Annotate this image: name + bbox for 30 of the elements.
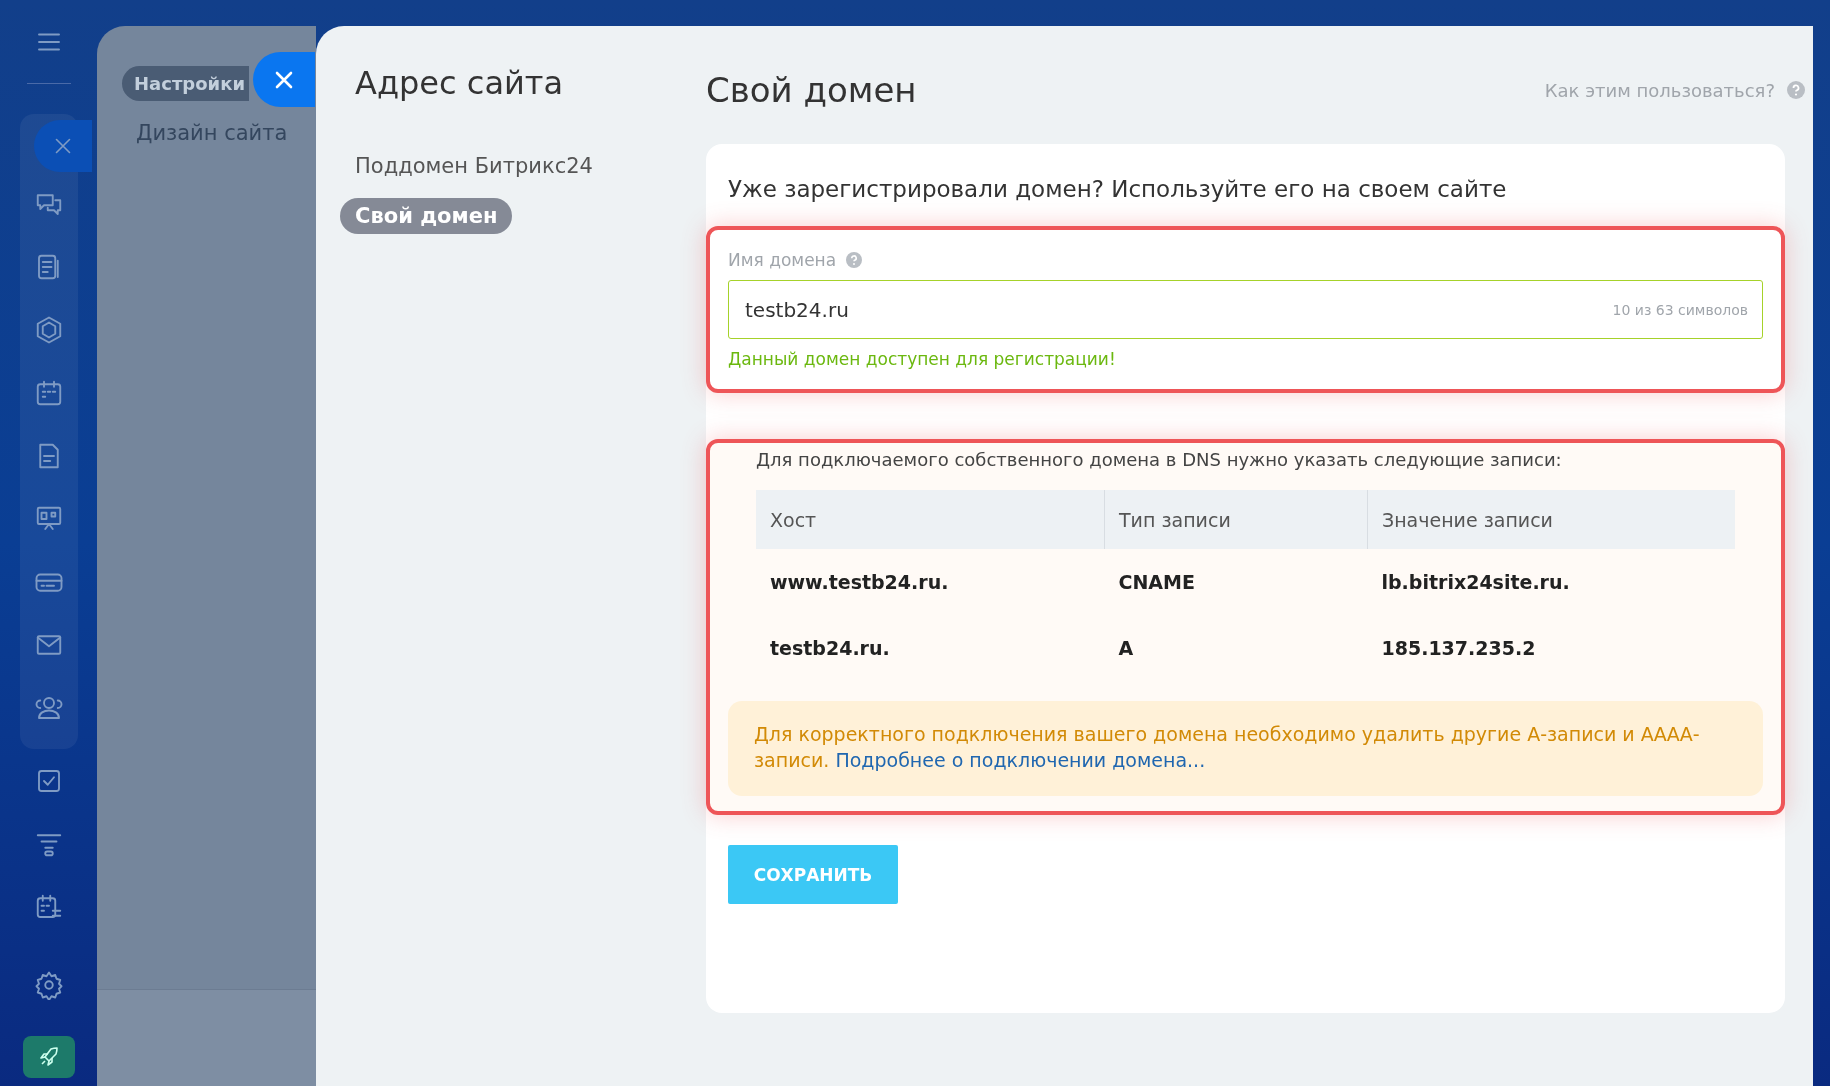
column-header: Значение записи [1367,490,1735,549]
table-cell-text: testb24.ru. [769,636,891,661]
table-cell: CNAME [1104,549,1368,615]
details-link[interactable]: Подробнее о подключении домена... [835,749,1206,771]
column-header: Тип записи [1104,490,1368,549]
page-title: Свой домен [706,70,917,110]
settings-tag[interactable]: Настройки [122,66,249,101]
menu-item[interactable]: Дизайн сайта [136,121,316,145]
sidebar-item[interactable]: Свой домен [340,198,513,234]
table-cell: www.testb24.ru. [756,549,1105,615]
close-tab[interactable] [33,120,92,172]
availability-message: Данный домен доступен для регистрации! [728,349,1117,369]
rocket-button[interactable] [22,1036,75,1078]
table-cell-text: 185.137.235.2 [1380,636,1537,661]
settings-icon[interactable] [33,969,64,1000]
domain-input-field[interactable]: testb24.ru 10 из 63 символов [728,280,1763,339]
column-header: Хост [756,490,1105,549]
help-icon[interactable] [846,252,863,268]
sidebar-title: Адрес сайта [355,64,564,102]
character-counter: 10 из 63 символов [1612,301,1748,318]
close-button[interactable] [253,52,315,107]
warning-notice: Для корректного подключения вашего домена необходимо удалить другие А-записи и АААА-записи. Подробнее о подключении домена... [728,701,1763,796]
table-cell-text: A [1117,636,1135,661]
sidebar-item[interactable]: Поддомен Битрикс24 [340,148,608,184]
field-label: Имя домена [728,250,837,270]
table-cell: lb.bitrix24site.ru. [1367,549,1735,615]
help-link[interactable]: Как этим пользоваться? [1544,79,1775,101]
help-icon[interactable] [1787,81,1805,99]
dns-intro-text: Для подключаемого собственного домена в DNS нужно указать следующие записи: [756,449,1563,470]
card-heading: Уже зарегистрировали домен? Используйте его на своем сайте [728,176,1508,202]
